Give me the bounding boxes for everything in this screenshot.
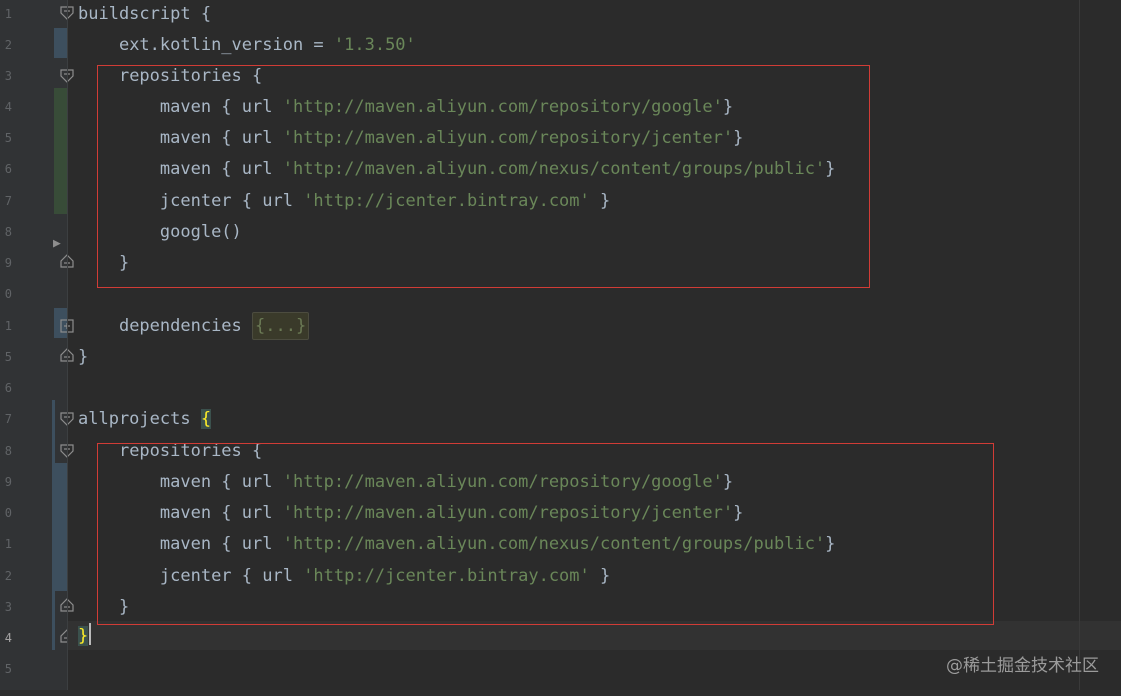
code-text: allprojects (78, 409, 201, 429)
current-line-highlight (68, 621, 1121, 650)
right-margin-guide (1079, 0, 1080, 696)
code-line[interactable]: buildscript { (78, 0, 211, 28)
line-number: 8 (4, 444, 12, 458)
highlight-box-buildscript-repositories (97, 65, 870, 288)
highlight-box-allprojects-repositories (97, 443, 994, 625)
watermark: @稀土掘金技术社区 (946, 656, 1099, 676)
line-number: 2 (4, 569, 12, 583)
line-number-current: 4 (4, 631, 12, 645)
line-number: 4 (4, 100, 12, 114)
matched-brace: { (200, 409, 212, 429)
line-number: 3 (4, 69, 12, 83)
line-number: 6 (4, 162, 12, 176)
vcs-modified-marker[interactable] (54, 463, 67, 591)
line-number: 7 (4, 412, 12, 426)
line-number: 8 (4, 225, 12, 239)
code-text: } (78, 347, 89, 367)
matched-brace: } (78, 626, 89, 646)
line-number: 9 (4, 256, 12, 270)
run-arrow-icon[interactable]: ▶ (53, 236, 61, 252)
line-number: 5 (4, 662, 12, 676)
editor-bottom-edge (0, 690, 1121, 696)
folded-code-block[interactable]: {...} (252, 312, 310, 340)
string-literal: '1.3.50' (333, 35, 416, 55)
code-text: ext.kotlin_version = (118, 35, 334, 55)
line-number: 2 (4, 38, 12, 52)
code-line[interactable]: } (78, 343, 88, 371)
code-line[interactable]: allprojects { (78, 405, 212, 433)
vcs-modified-marker[interactable] (54, 28, 67, 58)
line-number: 9 (4, 475, 12, 489)
line-number: 5 (4, 350, 12, 364)
line-number: 6 (4, 381, 12, 395)
line-number: 0 (4, 506, 12, 520)
gutter-divider (67, 0, 68, 696)
code-line[interactable]: ext.kotlin_version = '1.3.50' (78, 31, 416, 59)
editor-gutter[interactable]: 1 2 3 4 5 6 7 8 9 0 1 5 6 7 8 9 0 1 2 3 … (0, 0, 74, 696)
line-number: 3 (4, 600, 12, 614)
line-number: 1 (4, 537, 12, 551)
line-number: 5 (4, 131, 12, 145)
code-text: dependencies (118, 316, 253, 336)
code-line-current[interactable]: } (78, 622, 92, 650)
code-text: buildscript { (78, 4, 212, 24)
line-number: 1 (4, 7, 12, 21)
line-number: 7 (4, 194, 12, 208)
line-number: 0 (4, 287, 12, 301)
text-caret (89, 623, 92, 645)
code-editor[interactable]: 1 2 3 4 5 6 7 8 9 0 1 5 6 7 8 9 0 1 2 3 … (0, 0, 1121, 696)
line-number: 1 (4, 319, 12, 333)
code-line[interactable]: dependencies {...} (78, 312, 310, 340)
vcs-added-marker[interactable] (54, 88, 67, 214)
